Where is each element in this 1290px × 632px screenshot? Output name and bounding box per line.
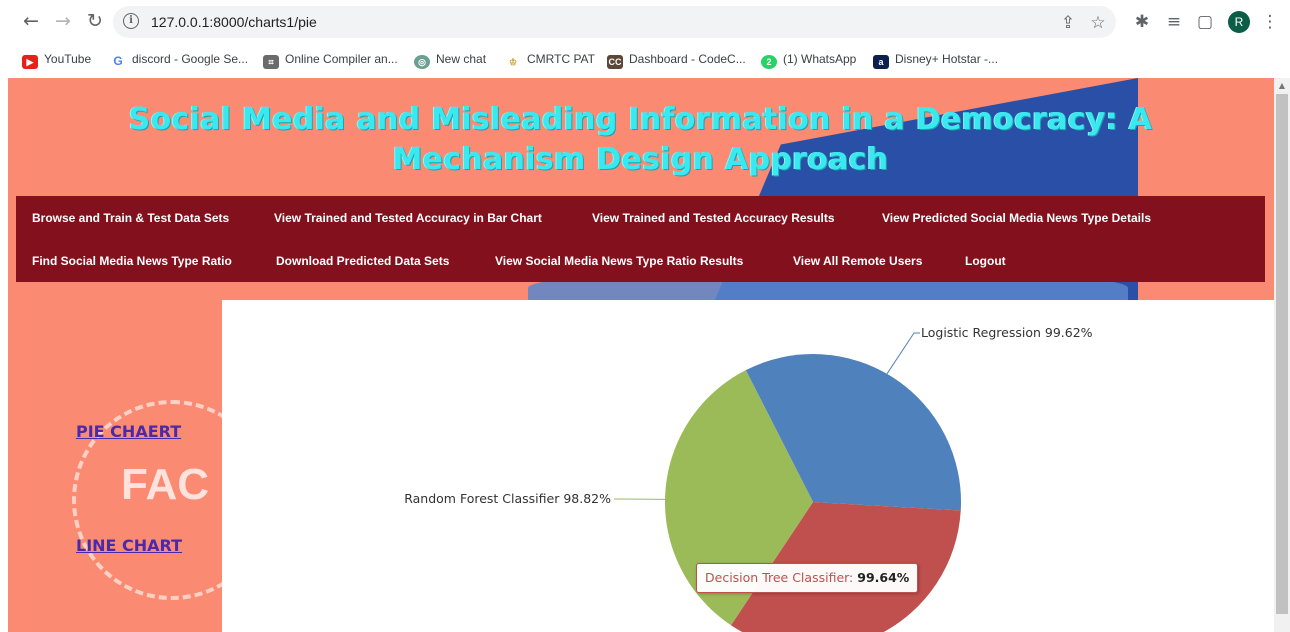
main-nav: Browse and Train & Test Data Sets View T…: [16, 196, 1265, 282]
line-chart-link[interactable]: LINE CHART: [76, 536, 182, 555]
bookmark-label: CMRTC PAT: [527, 52, 595, 66]
forward-icon[interactable]: →: [51, 9, 75, 33]
bookmark-star-icon[interactable]: ☆: [1087, 12, 1109, 34]
scroll-thumb[interactable]: [1276, 94, 1288, 614]
bookmark-new-chat[interactable]: ◎ New chat: [414, 50, 487, 69]
bookmark-label: Online Compiler an...: [285, 52, 398, 66]
bookmark-cmrtc[interactable]: ♔ CMRTC PAT: [505, 50, 595, 69]
pie-label-random-forest: Random Forest Classifier 98.82%: [404, 491, 611, 506]
side-panel-icon[interactable]: ▢: [1193, 10, 1217, 34]
reading-list-icon[interactable]: ≡: [1162, 10, 1186, 34]
nav-logout[interactable]: Logout: [965, 254, 1006, 268]
nav-predicted-news-type[interactable]: View Predicted Social Media News Type De…: [882, 211, 1151, 225]
bookmark-label: Disney+ Hotstar -...: [895, 52, 999, 66]
nav-find-news-type-ratio[interactable]: Find Social Media News Type Ratio: [32, 254, 232, 268]
bookmark-codechef[interactable]: CC Dashboard - CodeC...: [607, 50, 746, 69]
profile-avatar[interactable]: R: [1228, 11, 1250, 33]
scrollbar[interactable]: ▲: [1274, 78, 1290, 632]
back-icon[interactable]: ←: [19, 9, 43, 33]
bookmark-label: New chat: [436, 52, 487, 66]
bookmark-google[interactable]: Gdiscord - Google Se...: [110, 50, 248, 68]
bookmark-label: Dashboard - CodeC...: [629, 52, 746, 66]
nav-browse-train-test[interactable]: Browse and Train & Test Data Sets: [32, 211, 229, 225]
nav-remote-users[interactable]: View All Remote Users: [793, 254, 922, 268]
tooltip-value: 99.64%: [857, 570, 910, 585]
address-bar[interactable]: i 127.0.0.1:8000/charts1/pie ⇪ ☆: [113, 6, 1116, 38]
background-text: FAC: [121, 460, 209, 509]
google-icon: G: [110, 54, 126, 68]
youtube-icon: ▶: [22, 55, 38, 69]
hotstar-icon: a: [873, 55, 889, 69]
nav-download-predicted[interactable]: Download Predicted Data Sets: [276, 254, 449, 268]
bookmark-youtube[interactable]: ▶ YouTube: [22, 50, 92, 69]
whatsapp-icon: 2: [761, 55, 777, 69]
tooltip-label: Decision Tree Classifier:: [705, 570, 854, 585]
compiler-icon: ⌗: [263, 55, 279, 69]
extensions-icon[interactable]: ✱: [1130, 10, 1154, 34]
info-icon[interactable]: i: [123, 13, 139, 29]
menu-icon[interactable]: ⋮: [1258, 10, 1282, 34]
codechef-icon: CC: [607, 55, 623, 69]
bookmark-label: (1) WhatsApp: [783, 52, 857, 66]
bookmark-hotstar[interactable]: a Disney+ Hotstar -...: [873, 50, 999, 69]
bookmark-whatsapp[interactable]: 2 (1) WhatsApp: [761, 50, 857, 69]
bookmarks-bar: ▶ YouTube Gdiscord - Google Se... ⌗ Online…: [0, 44, 1290, 74]
pie-chart-link[interactable]: PIE CHAERT: [76, 422, 181, 441]
chart-tooltip: Decision Tree Classifier: 99.64%: [696, 563, 919, 593]
nav-accuracy-results[interactable]: View Trained and Tested Accuracy Results: [592, 211, 835, 225]
reload-icon[interactable]: ↻: [83, 9, 107, 33]
bookmark-label: discord - Google Se...: [132, 52, 249, 66]
page-title: Social Media and Misleading Information …: [128, 102, 1153, 177]
scroll-up-arrow-icon[interactable]: ▲: [1274, 78, 1290, 94]
bookmark-label: YouTube: [44, 52, 92, 66]
leader-line-logistic: [886, 332, 920, 375]
cmrtc-icon: ♔: [505, 55, 521, 69]
nav-accuracy-bar-chart[interactable]: View Trained and Tested Accuracy in Bar …: [274, 211, 542, 225]
browser-toolbar: ← → ↻ i 127.0.0.1:8000/charts1/pie ⇪ ☆ ✱…: [0, 0, 1290, 44]
page-viewport: Social Media and Misleading Information …: [8, 78, 1274, 632]
pie-label-logistic-regression: Logistic Regression 99.62%: [921, 325, 1093, 340]
nav-news-type-ratio-results[interactable]: View Social Media News Type Ratio Result…: [495, 254, 743, 268]
bookmark-compiler[interactable]: ⌗ Online Compiler an...: [263, 50, 398, 69]
chatgpt-icon: ◎: [414, 55, 430, 69]
share-icon[interactable]: ⇪: [1057, 12, 1079, 34]
url-text[interactable]: 127.0.0.1:8000/charts1/pie: [151, 14, 317, 30]
